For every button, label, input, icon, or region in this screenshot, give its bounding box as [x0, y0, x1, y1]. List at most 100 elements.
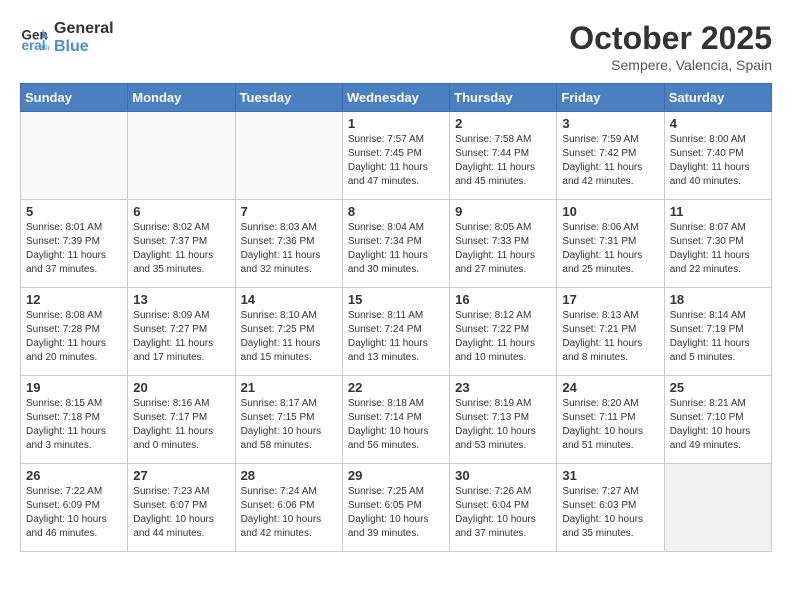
- day-info: Sunrise: 8:18 AM Sunset: 7:14 PM Dayligh…: [348, 397, 444, 453]
- calendar-cell: 31 Sunrise: 7:27 AM Sunset: 6:03 PM Dayli…: [557, 464, 664, 552]
- day-info: Sunrise: 7:27 AM Sunset: 6:03 PM Dayligh…: [562, 485, 658, 541]
- calendar-cell: 21 Sunrise: 8:17 AM Sunset: 7:15 PM Dayli…: [235, 376, 342, 464]
- day-info: Sunrise: 7:22 AM Sunset: 6:09 PM Dayligh…: [26, 485, 122, 541]
- weekday-header-wednesday: Wednesday: [342, 84, 449, 112]
- svg-text:Blue: Blue: [41, 43, 50, 52]
- calendar-cell: 18Sunrise: 8:14 AM Sunset: 7:19 PM Dayli…: [664, 288, 771, 376]
- calendar-cell: 13Sunrise: 8:09 AM Sunset: 7:27 PM Dayli…: [128, 288, 235, 376]
- day-number: 3: [562, 116, 658, 131]
- day-number: 30: [455, 468, 551, 483]
- day-number: 22: [348, 380, 444, 395]
- location-subtitle: Sempere, Valencia, Spain: [569, 57, 772, 73]
- day-info: Sunrise: 8:11 AM Sunset: 7:24 PM Dayligh…: [348, 309, 444, 365]
- day-info: Sunrise: 7:57 AM Sunset: 7:45 PM Dayligh…: [348, 133, 444, 189]
- calendar-cell: 24 Sunrise: 8:20 AM Sunset: 7:11 PM Dayli…: [557, 376, 664, 464]
- calendar-cell: [128, 112, 235, 200]
- day-info: Sunrise: 8:04 AM Sunset: 7:34 PM Dayligh…: [348, 221, 444, 277]
- title-block: October 2025 Sempere, Valencia, Spain: [569, 20, 772, 73]
- day-number: 29: [348, 468, 444, 483]
- calendar-cell: 26Sunrise: 7:22 AM Sunset: 6:09 PM Dayli…: [21, 464, 128, 552]
- calendar-cell: 10 Sunrise: 8:06 AM Sunset: 7:31 PM Dayli…: [557, 200, 664, 288]
- calendar-cell: 25 Sunrise: 8:21 AM Sunset: 7:10 PM Dayli…: [664, 376, 771, 464]
- calendar-week-row: 5Sunrise: 8:01 AM Sunset: 7:39 PM Daylig…: [21, 200, 772, 288]
- logo-text-line1: General: [54, 20, 114, 38]
- day-number: 19: [26, 380, 122, 395]
- calendar-cell: [235, 112, 342, 200]
- calendar-cell: 19Sunrise: 8:15 AM Sunset: 7:18 PM Dayli…: [21, 376, 128, 464]
- day-number: 23: [455, 380, 551, 395]
- day-number: 5: [26, 204, 122, 219]
- calendar-cell: [664, 464, 771, 552]
- weekday-header-sunday: Sunday: [21, 84, 128, 112]
- day-info: Sunrise: 8:14 AM Sunset: 7:19 PM Dayligh…: [670, 309, 766, 365]
- calendar-cell: 1 Sunrise: 7:57 AM Sunset: 7:45 PM Daylig…: [342, 112, 449, 200]
- calendar-week-row: 12 Sunrise: 8:08 AM Sunset: 7:28 PM Dayli…: [21, 288, 772, 376]
- day-info: Sunrise: 8:17 AM Sunset: 7:15 PM Dayligh…: [241, 397, 337, 453]
- day-info: Sunrise: 8:02 AM Sunset: 7:37 PM Dayligh…: [133, 221, 229, 277]
- day-number: 2: [455, 116, 551, 131]
- calendar-cell: 27 Sunrise: 7:23 AM Sunset: 6:07 PM Dayli…: [128, 464, 235, 552]
- day-number: 31: [562, 468, 658, 483]
- day-number: 20: [133, 380, 229, 395]
- calendar-cell: 23Sunrise: 8:19 AM Sunset: 7:13 PM Dayli…: [450, 376, 557, 464]
- calendar-cell: 22 Sunrise: 8:18 AM Sunset: 7:14 PM Dayli…: [342, 376, 449, 464]
- calendar-week-row: 1 Sunrise: 7:57 AM Sunset: 7:45 PM Daylig…: [21, 112, 772, 200]
- day-info: Sunrise: 7:23 AM Sunset: 6:07 PM Dayligh…: [133, 485, 229, 541]
- day-info: Sunrise: 8:21 AM Sunset: 7:10 PM Dayligh…: [670, 397, 766, 453]
- weekday-header-friday: Friday: [557, 84, 664, 112]
- day-number: 28: [241, 468, 337, 483]
- day-number: 9: [455, 204, 551, 219]
- day-info: Sunrise: 8:07 AM Sunset: 7:30 PM Dayligh…: [670, 221, 766, 277]
- day-info: Sunrise: 8:20 AM Sunset: 7:11 PM Dayligh…: [562, 397, 658, 453]
- day-number: 15: [348, 292, 444, 307]
- calendar-cell: 17 Sunrise: 8:13 AM Sunset: 7:21 PM Dayli…: [557, 288, 664, 376]
- day-number: 6: [133, 204, 229, 219]
- weekday-header-row: SundayMondayTuesdayWednesdayThursdayFrid…: [21, 84, 772, 112]
- calendar-cell: 8 Sunrise: 8:04 AM Sunset: 7:34 PM Daylig…: [342, 200, 449, 288]
- weekday-header-monday: Monday: [128, 84, 235, 112]
- day-number: 10: [562, 204, 658, 219]
- day-info: Sunrise: 8:08 AM Sunset: 7:28 PM Dayligh…: [26, 309, 122, 365]
- day-info: Sunrise: 7:25 AM Sunset: 6:05 PM Dayligh…: [348, 485, 444, 541]
- day-number: 21: [241, 380, 337, 395]
- day-number: 4: [670, 116, 766, 131]
- calendar-week-row: 26Sunrise: 7:22 AM Sunset: 6:09 PM Dayli…: [21, 464, 772, 552]
- day-number: 27: [133, 468, 229, 483]
- day-number: 16: [455, 292, 551, 307]
- calendar-cell: 2 Sunrise: 7:58 AM Sunset: 7:44 PM Daylig…: [450, 112, 557, 200]
- day-number: 12: [26, 292, 122, 307]
- day-number: 17: [562, 292, 658, 307]
- day-info: Sunrise: 8:03 AM Sunset: 7:36 PM Dayligh…: [241, 221, 337, 277]
- day-number: 8: [348, 204, 444, 219]
- day-number: 14: [241, 292, 337, 307]
- weekday-header-thursday: Thursday: [450, 84, 557, 112]
- day-info: Sunrise: 7:58 AM Sunset: 7:44 PM Dayligh…: [455, 133, 551, 189]
- day-info: Sunrise: 8:05 AM Sunset: 7:33 PM Dayligh…: [455, 221, 551, 277]
- calendar-cell: 3 Sunrise: 7:59 AM Sunset: 7:42 PM Daylig…: [557, 112, 664, 200]
- calendar-cell: 15 Sunrise: 8:11 AM Sunset: 7:24 PM Dayli…: [342, 288, 449, 376]
- calendar-cell: [21, 112, 128, 200]
- month-title: October 2025: [569, 20, 772, 57]
- day-info: Sunrise: 7:24 AM Sunset: 6:06 PM Dayligh…: [241, 485, 337, 541]
- logo: Gen eral Blue General Blue: [20, 20, 114, 55]
- day-number: 25: [670, 380, 766, 395]
- day-number: 1: [348, 116, 444, 131]
- day-info: Sunrise: 8:00 AM Sunset: 7:40 PM Dayligh…: [670, 133, 766, 189]
- day-info: Sunrise: 8:16 AM Sunset: 7:17 PM Dayligh…: [133, 397, 229, 453]
- day-number: 24: [562, 380, 658, 395]
- day-info: Sunrise: 7:26 AM Sunset: 6:04 PM Dayligh…: [455, 485, 551, 541]
- day-info: Sunrise: 7:59 AM Sunset: 7:42 PM Dayligh…: [562, 133, 658, 189]
- page-header: Gen eral Blue General Blue October 2025 …: [20, 20, 772, 73]
- calendar-cell: 14Sunrise: 8:10 AM Sunset: 7:25 PM Dayli…: [235, 288, 342, 376]
- calendar-cell: 6 Sunrise: 8:02 AM Sunset: 7:37 PM Daylig…: [128, 200, 235, 288]
- day-info: Sunrise: 8:09 AM Sunset: 7:27 PM Dayligh…: [133, 309, 229, 365]
- day-info: Sunrise: 8:13 AM Sunset: 7:21 PM Dayligh…: [562, 309, 658, 365]
- calendar-cell: 12 Sunrise: 8:08 AM Sunset: 7:28 PM Dayli…: [21, 288, 128, 376]
- calendar-cell: 30 Sunrise: 7:26 AM Sunset: 6:04 PM Dayli…: [450, 464, 557, 552]
- day-number: 7: [241, 204, 337, 219]
- calendar-week-row: 19Sunrise: 8:15 AM Sunset: 7:18 PM Dayli…: [21, 376, 772, 464]
- calendar-cell: 7 Sunrise: 8:03 AM Sunset: 7:36 PM Daylig…: [235, 200, 342, 288]
- calendar-table: SundayMondayTuesdayWednesdayThursdayFrid…: [20, 83, 772, 552]
- day-info: Sunrise: 8:12 AM Sunset: 7:22 PM Dayligh…: [455, 309, 551, 365]
- day-info: Sunrise: 8:06 AM Sunset: 7:31 PM Dayligh…: [562, 221, 658, 277]
